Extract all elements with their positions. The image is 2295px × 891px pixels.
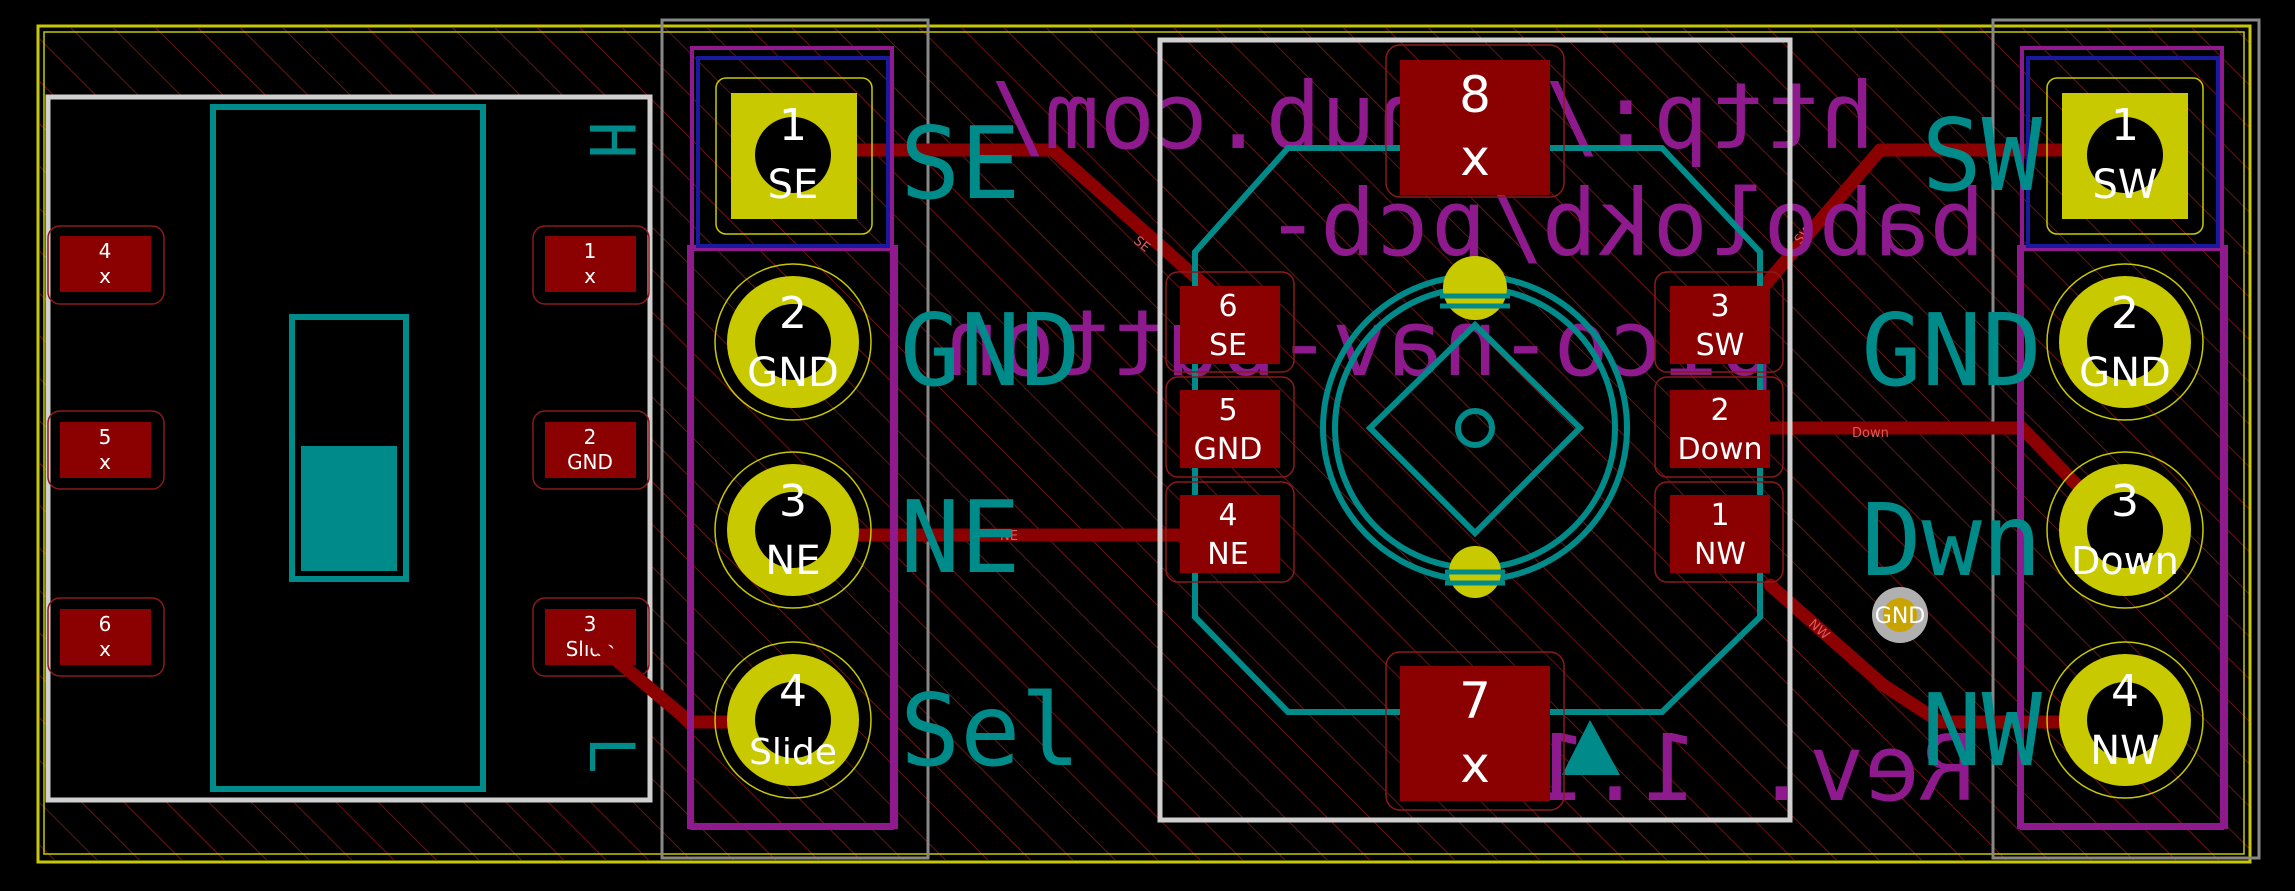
- pcb-layout: H L 4 x 5 x 6 x 1 x 2 GND 3 Slide SE SW …: [36, 18, 2261, 864]
- gnd-via-label: GND: [1875, 604, 1925, 629]
- nav-pad-7[interactable]: 7 x: [1385, 651, 1565, 811]
- fab-text-line2: babolokb/pcb-: [1265, 170, 1985, 277]
- right-pin-3-num: 3: [2111, 476, 2139, 527]
- left-pin-3-net: NE: [765, 538, 820, 584]
- switch-pad-6-net: x: [99, 637, 111, 661]
- switch-pad-2-num: 2: [584, 425, 597, 449]
- left-pin-3-num: 3: [779, 476, 807, 527]
- left-label-ne: NE: [900, 479, 1020, 596]
- right-label-sw: SW: [1922, 97, 2043, 214]
- nav-pad-1-net: NW: [1694, 537, 1746, 572]
- nav-pad-4[interactable]: 4 NE: [1165, 481, 1295, 583]
- left-label-se: SE: [900, 105, 1020, 222]
- nav-pad-6[interactable]: 6 SE: [1165, 271, 1295, 373]
- left-pin-4-net: Slide: [749, 732, 837, 773]
- nav-pad-4-net: NE: [1207, 537, 1248, 572]
- switch-pad-1-num: 1: [584, 239, 597, 263]
- nav-pad-7-net: x: [1460, 736, 1490, 794]
- switch-pad-2-net: GND: [567, 450, 613, 474]
- nav-pad-1-num: 1: [1710, 498, 1729, 533]
- switch-pad-6-num: 6: [99, 612, 112, 636]
- switch-pad-5-num: 5: [99, 425, 112, 449]
- nav-pad-1[interactable]: 1 NW: [1654, 481, 1784, 583]
- nav-pad-3[interactable]: 3 SW: [1654, 271, 1784, 373]
- right-pin-2-net: GND: [2079, 350, 2171, 396]
- left-pin-2-num: 2: [779, 288, 807, 339]
- nav-pad-8-num: 8: [1459, 66, 1491, 124]
- right-pin-4-num: 4: [2111, 666, 2139, 717]
- switch-pad-2[interactable]: 2 GND: [532, 410, 650, 490]
- right-label-nw: NW: [1922, 672, 2043, 789]
- right-pin-1-net: SW: [2093, 162, 2158, 208]
- left-pin-4-num: 4: [779, 666, 807, 717]
- switch-mark-low: L: [575, 736, 648, 773]
- nav-button-post-top: [1443, 256, 1507, 320]
- right-pin-4-net: NW: [2090, 728, 2159, 774]
- left-label-gnd: GND: [900, 292, 1081, 409]
- nav-pad-8[interactable]: 8 x: [1385, 44, 1565, 198]
- nav-pad-3-net: SW: [1696, 328, 1745, 363]
- nav-pad-2[interactable]: 2 Down: [1654, 376, 1784, 478]
- left-pin-1-net: SE: [768, 162, 819, 208]
- slide-switch-actuator: [301, 446, 397, 571]
- switch-pad-5-net: x: [99, 450, 111, 474]
- right-label-gnd: GND: [1861, 292, 2042, 409]
- switch-pad-1-net: x: [584, 264, 596, 288]
- right-pin-2-num: 2: [2111, 288, 2139, 339]
- right-pin-1-num: 1: [2111, 100, 2139, 151]
- right-pin-3-net: Down: [2071, 539, 2179, 583]
- nav-pad-8-net: x: [1460, 129, 1490, 187]
- left-pin-2-net: GND: [747, 350, 839, 396]
- gnd-via[interactable]: GND: [1872, 587, 1928, 643]
- right-label-dwn: Dwn: [1861, 482, 2042, 599]
- switch-pad-6[interactable]: 6 x: [47, 597, 165, 677]
- left-label-sel: Sel: [900, 672, 1081, 789]
- nav-pad-4-num: 4: [1218, 498, 1237, 533]
- switch-mark-high: H: [575, 121, 648, 158]
- switch-pad-5[interactable]: 5 x: [47, 410, 165, 490]
- nav-pad-7-num: 7: [1459, 672, 1491, 730]
- nav-pad-5-net: GND: [1194, 432, 1263, 467]
- switch-pad-4-num: 4: [99, 239, 112, 263]
- left-header-pin-1[interactable]: 1 SE: [715, 77, 873, 235]
- nav-pad-5-num: 5: [1218, 393, 1237, 428]
- nav-pad-2-net: Down: [1677, 432, 1762, 467]
- switch-pad-4-net: x: [99, 264, 111, 288]
- right-header-pin-1[interactable]: 1 SW: [2046, 77, 2204, 235]
- nav-pad-6-num: 6: [1218, 289, 1237, 324]
- nav-pad-3-num: 3: [1710, 289, 1729, 324]
- left-pin-1-num: 1: [779, 100, 807, 151]
- nav-pad-6-net: SE: [1209, 328, 1247, 363]
- nav-pad-5[interactable]: 5 GND: [1165, 376, 1295, 478]
- nav-pad-2-num: 2: [1710, 393, 1729, 428]
- trace-label-down: Down: [1852, 426, 1889, 441]
